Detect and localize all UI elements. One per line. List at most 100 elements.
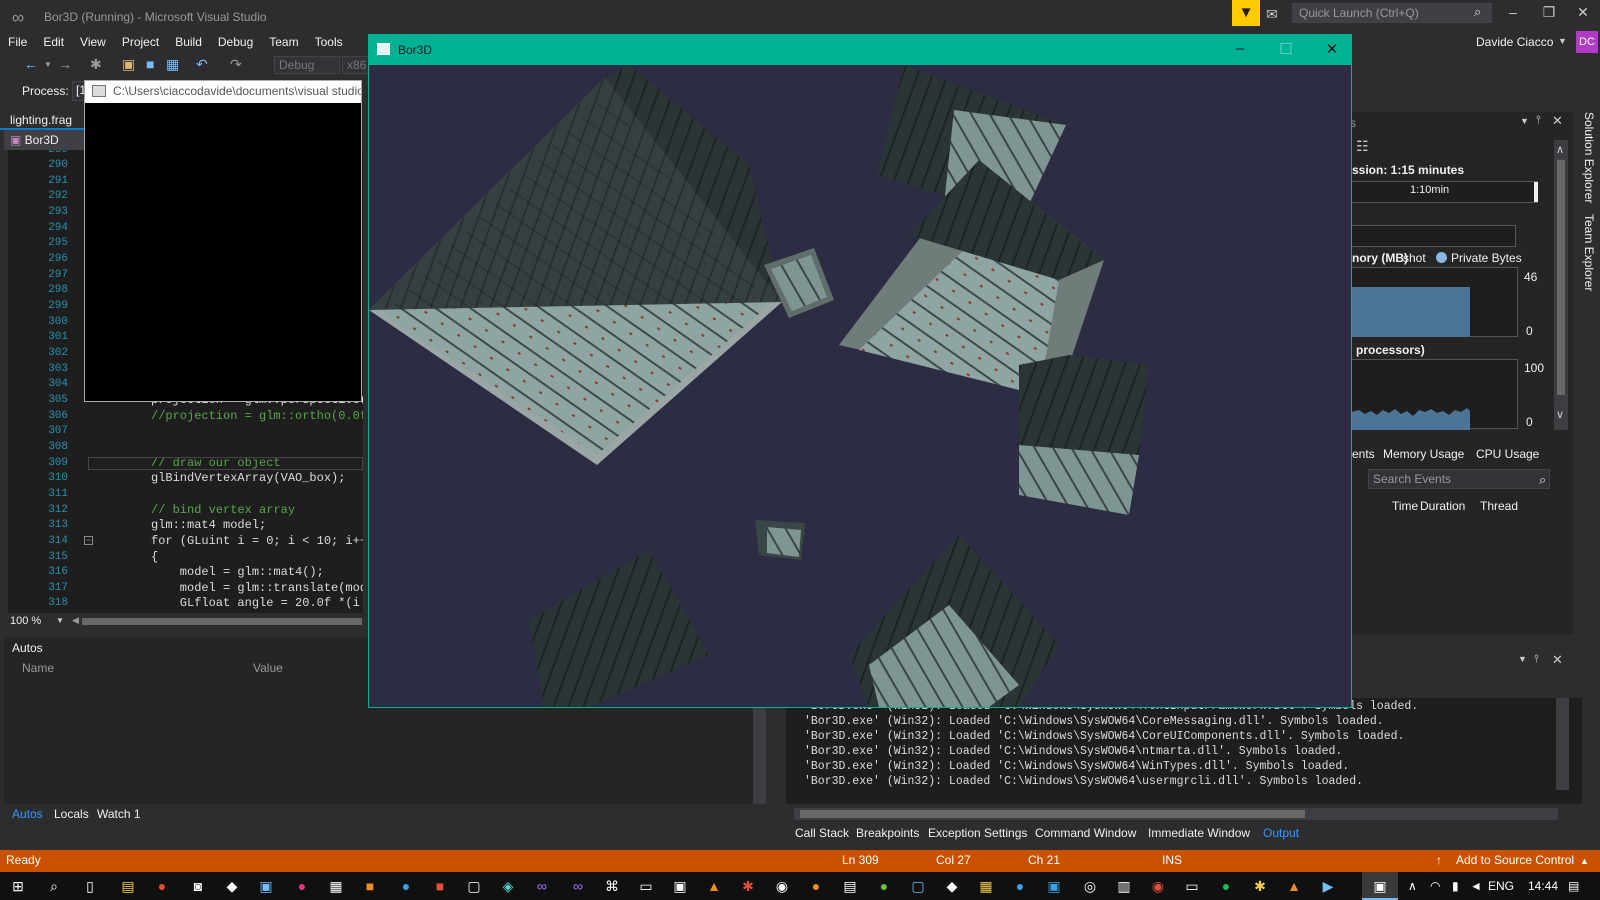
chevron-up-icon[interactable]: ▲ <box>1580 856 1589 866</box>
tab-breakpoints[interactable]: Breakpoints <box>856 826 919 840</box>
firefox-icon[interactable]: ● <box>802 874 830 898</box>
zoom-level[interactable]: 100 % <box>10 615 41 627</box>
opengl-viewport[interactable] <box>369 65 1351 707</box>
menu-debug[interactable]: Debug <box>210 32 261 52</box>
app-icon[interactable]: ▣ <box>252 874 280 898</box>
chevron-down-icon[interactable]: ▼ <box>56 616 64 625</box>
chevron-up-icon[interactable]: ∧ <box>1408 879 1417 893</box>
tab-autos[interactable]: Autos <box>12 807 43 821</box>
app-icon[interactable]: ● <box>870 874 898 898</box>
app-icon[interactable]: ◉ <box>1144 874 1172 898</box>
close-icon[interactable]: ✕ <box>1568 4 1598 21</box>
battery-icon[interactable]: ▮ <box>1452 879 1459 893</box>
minimize-icon[interactable]: – <box>1222 40 1258 57</box>
tab-locals[interactable]: Locals <box>54 807 89 821</box>
menu-team[interactable]: Team <box>261 32 306 52</box>
undo-icon[interactable]: ↶ <box>196 56 208 73</box>
project-dropdown[interactable]: ▣ Bor3D <box>4 130 85 150</box>
bor3d-title-bar[interactable] <box>368 34 1352 65</box>
app-icon[interactable]: ▭ <box>1178 874 1206 898</box>
pin-icon[interactable]: ⫯ <box>1534 653 1539 666</box>
diagnostics-scroll-thumb[interactable] <box>1557 160 1565 395</box>
terminal-icon[interactable]: ▭ <box>632 874 660 898</box>
scroll-up-icon[interactable]: ∧ <box>1556 143 1564 156</box>
quick-launch-input[interactable]: Quick Launch (Ctrl+Q) <box>1292 3 1492 23</box>
wifi-icon[interactable]: ◠ <box>1430 879 1440 893</box>
visual-studio-icon[interactable]: ∞ <box>564 874 592 898</box>
console-window[interactable] <box>84 80 362 402</box>
visual-studio-icon[interactable]: ∞ <box>528 874 556 898</box>
events-search-input[interactable]: Search Events <box>1368 469 1550 489</box>
notification-filter-icon[interactable]: ▼ <box>1232 0 1260 26</box>
app-icon[interactable]: ▦ <box>322 874 350 898</box>
app-icon[interactable]: ▢ <box>460 874 488 898</box>
output-vertical-scrollbar[interactable] <box>1556 698 1569 790</box>
app-icon[interactable]: ▥ <box>1110 874 1138 898</box>
chevron-down-icon[interactable]: ▼ <box>1520 116 1529 126</box>
app-icon[interactable]: ● <box>288 874 316 898</box>
vlc-icon[interactable]: ▲ <box>700 874 728 898</box>
sublime-icon[interactable]: ■ <box>356 874 384 898</box>
app-icon[interactable]: ◆ <box>218 874 246 898</box>
tab-immediate-window[interactable]: Immediate Window <box>1148 826 1250 840</box>
maximize-icon[interactable]: ☐ <box>1268 40 1304 58</box>
bor3d-task-icon[interactable]: ▣ <box>1366 874 1394 898</box>
autos-column-value[interactable]: Value <box>253 661 283 675</box>
save-icon[interactable]: ■ <box>146 56 154 72</box>
app-icon[interactable]: ▤ <box>836 874 864 898</box>
tab-exception-settings[interactable]: Exception Settings <box>928 826 1027 840</box>
chevron-down-icon[interactable]: ▼ <box>44 60 52 69</box>
app-icon[interactable]: ▢ <box>904 874 932 898</box>
vlc-icon[interactable]: ▲ <box>1280 874 1308 898</box>
scroll-down-icon[interactable]: ∨ <box>1556 408 1564 421</box>
output-scroll-thumb[interactable] <box>800 810 1305 818</box>
avatar[interactable]: DC <box>1576 31 1598 53</box>
app-icon[interactable]: ✱ <box>734 874 762 898</box>
scroll-left-icon[interactable]: ◀ <box>72 615 79 626</box>
forward-icon[interactable]: → <box>58 56 72 72</box>
maximize-icon[interactable]: ❐ <box>1534 4 1564 21</box>
chrome-icon[interactable]: ● <box>148 874 176 898</box>
app-icon[interactable]: ◈ <box>494 874 522 898</box>
app-icon[interactable]: ◙ <box>184 874 212 898</box>
menu-file[interactable]: File <box>0 32 35 52</box>
spotify-icon[interactable]: ● <box>1212 874 1240 898</box>
close-icon[interactable]: ✕ <box>1552 113 1563 129</box>
menu-build[interactable]: Build <box>167 32 210 52</box>
column-duration[interactable]: Duration <box>1420 499 1465 513</box>
editor-horizontal-scrollbar[interactable] <box>82 618 362 625</box>
menu-view[interactable]: View <box>72 32 114 52</box>
language-indicator[interactable]: ENG <box>1488 879 1514 893</box>
tab-memory-usage[interactable]: Memory Usage <box>1383 447 1464 461</box>
app-icon[interactable]: ● <box>392 874 420 898</box>
source-control-icon[interactable]: ↑ <box>1436 853 1442 867</box>
file-explorer-icon[interactable]: ▤ <box>114 874 142 898</box>
add-to-source-control[interactable]: Add to Source Control <box>1456 853 1574 867</box>
app-icon[interactable]: ✱ <box>1246 874 1274 898</box>
menu-tools[interactable]: Tools <box>307 32 351 52</box>
app-icon[interactable]: ⌘ <box>598 874 626 898</box>
tab-events[interactable]: ents <box>1352 447 1375 461</box>
close-icon[interactable]: ✕ <box>1552 652 1563 668</box>
tab-command-window[interactable]: Command Window <box>1035 826 1136 840</box>
configuration-select[interactable]: Debug <box>274 56 340 74</box>
open-folder-icon[interactable]: ▣ <box>122 56 135 73</box>
user-name[interactable]: Davide Ciacco <box>1476 35 1553 49</box>
tab-watch-1[interactable]: Watch 1 <box>97 807 141 821</box>
filezilla-icon[interactable]: ■ <box>426 874 454 898</box>
tab-lighting-frag[interactable]: lighting.frag <box>0 110 85 130</box>
steam-icon[interactable]: ◉ <box>768 874 796 898</box>
app-icon[interactable]: ▦ <box>972 874 1000 898</box>
notifications-icon[interactable]: ▤ <box>1568 879 1579 893</box>
chevron-down-icon[interactable]: ▼ <box>1558 36 1567 46</box>
chevron-down-icon[interactable]: ▼ <box>1518 654 1527 664</box>
app-icon[interactable]: ● <box>1006 874 1034 898</box>
feedback-icon[interactable]: ✉ <box>1266 6 1278 23</box>
pin-icon[interactable]: ⫯ <box>1536 114 1541 127</box>
new-project-icon[interactable]: ✱ <box>90 56 102 73</box>
timeline-marker[interactable] <box>1534 182 1538 202</box>
search-icon[interactable]: ⌕ <box>1474 4 1481 20</box>
save-all-icon[interactable]: ▦ <box>166 56 179 73</box>
app-icon[interactable]: ◆ <box>938 874 966 898</box>
back-icon[interactable]: ← <box>24 56 38 72</box>
